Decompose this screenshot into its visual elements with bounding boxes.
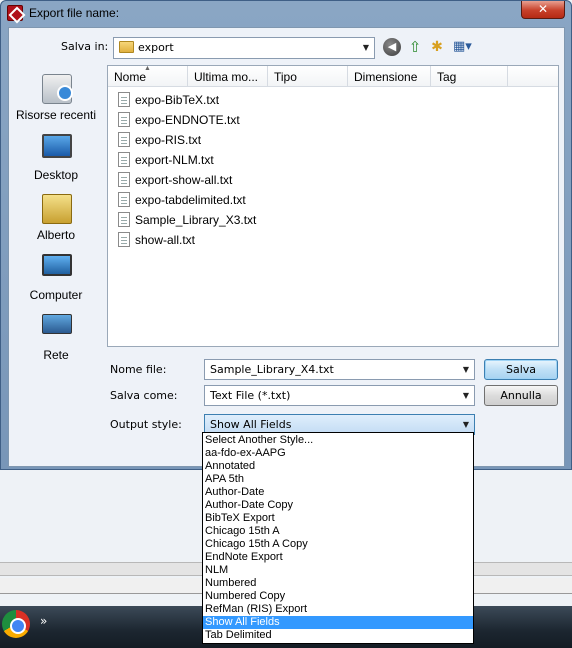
back-icon[interactable]: ◀ xyxy=(383,38,401,56)
style-option[interactable]: Author-Date xyxy=(203,486,473,499)
title-bar[interactable]: Export file name: ✕ xyxy=(1,1,571,27)
dialog-body: Salva in: export ▼ ◀ ⇧ ✱ ▦▾ Risorse rece… xyxy=(8,27,565,467)
taskbar-overflow-icon[interactable]: » xyxy=(40,614,47,628)
text-file-icon xyxy=(118,132,130,147)
close-button[interactable]: ✕ xyxy=(521,1,565,19)
file-item[interactable]: expo-BibTeX.txt xyxy=(118,91,318,109)
look-in-value: export xyxy=(138,41,174,54)
endnote-app-icon xyxy=(7,5,23,21)
column-header-modified[interactable]: Ultima mo... xyxy=(188,66,268,87)
network-icon xyxy=(42,314,72,334)
style-option[interactable]: Chicago 15th A xyxy=(203,525,473,538)
filename-field[interactable]: Sample_Library_X4.txt ▼ xyxy=(204,359,475,380)
chrome-icon[interactable] xyxy=(2,610,30,638)
column-header-tag[interactable]: Tag xyxy=(431,66,508,87)
new-folder-icon[interactable]: ✱ xyxy=(428,38,446,56)
file-item[interactable]: export-show-all.txt xyxy=(118,171,318,189)
filename-label: Nome file: xyxy=(110,363,167,376)
up-folder-icon[interactable]: ⇧ xyxy=(406,38,424,56)
style-option[interactable]: aa-fdo-ex-AAPG xyxy=(203,447,473,460)
style-option[interactable]: Show All Fields xyxy=(203,616,473,629)
save-as-type-select[interactable]: Text File (*.txt) ▼ xyxy=(204,385,475,406)
file-list: Nome ▲ Ultima mo... Tipo Dimensione Tag … xyxy=(107,65,559,347)
text-file-icon xyxy=(118,112,130,127)
file-item[interactable]: expo-tabdelimited.txt xyxy=(118,191,318,209)
column-header-name[interactable]: Nome ▲ xyxy=(108,66,188,87)
chevron-down-icon[interactable]: ▼ xyxy=(358,38,374,58)
folder-icon xyxy=(119,41,134,53)
text-file-icon xyxy=(118,172,130,187)
text-file-icon xyxy=(118,212,130,227)
column-header-size[interactable]: Dimensione xyxy=(348,66,431,87)
user-folder-icon xyxy=(42,194,72,224)
file-item[interactable]: export-NLM.txt xyxy=(118,151,318,169)
file-item[interactable]: expo-RIS.txt xyxy=(118,131,318,149)
style-option[interactable]: Annotated xyxy=(203,460,473,473)
place-computer[interactable]: Computer xyxy=(10,254,102,312)
style-option[interactable]: APA 5th xyxy=(203,473,473,486)
save-as-label: Salva come: xyxy=(110,389,178,402)
place-recent[interactable]: Risorse recenti xyxy=(10,74,102,132)
look-in-combo[interactable]: export ▼ xyxy=(113,37,375,59)
text-file-icon xyxy=(118,152,130,167)
computer-icon xyxy=(42,254,72,276)
chevron-down-icon[interactable]: ▼ xyxy=(458,360,474,380)
style-option[interactable]: Tab Delimited xyxy=(203,629,473,642)
file-item[interactable]: show-all.txt xyxy=(118,231,318,249)
style-option[interactable]: Numbered Copy xyxy=(203,590,473,603)
save-button[interactable]: Salva xyxy=(484,359,558,380)
text-file-icon xyxy=(118,232,130,247)
output-style-dropdown-list: Select Another Style... aa-fdo-ex-AAPG Ann… xyxy=(202,432,474,644)
text-file-icon xyxy=(118,92,130,107)
style-option[interactable]: Numbered xyxy=(203,577,473,590)
style-option[interactable]: Author-Date Copy xyxy=(203,499,473,512)
dialog-title: Export file name: xyxy=(29,6,120,20)
chevron-down-icon[interactable]: ▼ xyxy=(458,386,474,406)
look-in-label: Salva in: xyxy=(61,40,109,53)
place-network[interactable]: Rete xyxy=(10,314,102,372)
file-item[interactable]: Sample_Library_X3.txt xyxy=(118,211,318,229)
style-option[interactable]: Chicago 15th A Copy xyxy=(203,538,473,551)
cancel-button[interactable]: Annulla xyxy=(484,385,558,406)
style-option[interactable]: EndNote Export xyxy=(203,551,473,564)
export-dialog: Export file name: ✕ Salva in: export ▼ ◀… xyxy=(0,0,572,470)
column-headers: Nome ▲ Ultima mo... Tipo Dimensione Tag xyxy=(108,66,558,87)
style-option[interactable]: Select Another Style... xyxy=(203,434,473,447)
sort-ascending-icon: ▲ xyxy=(144,66,151,72)
views-menu-icon[interactable]: ▦▾ xyxy=(453,38,479,56)
place-user[interactable]: Alberto xyxy=(10,194,102,252)
places-bar: Risorse recenti Desktop Alberto Computer… xyxy=(10,64,102,362)
place-desktop[interactable]: Desktop xyxy=(10,134,102,192)
desktop-icon xyxy=(42,134,72,158)
column-header-type[interactable]: Tipo xyxy=(268,66,348,87)
recent-places-icon xyxy=(42,74,73,104)
style-option[interactable]: NLM xyxy=(203,564,473,577)
style-option[interactable]: RefMan (RIS) Export xyxy=(203,603,473,616)
style-option[interactable]: BibTeX Export xyxy=(203,512,473,525)
text-file-icon xyxy=(118,192,130,207)
output-style-label: Output style: xyxy=(110,418,182,431)
file-item[interactable]: expo-ENDNOTE.txt xyxy=(118,111,318,129)
